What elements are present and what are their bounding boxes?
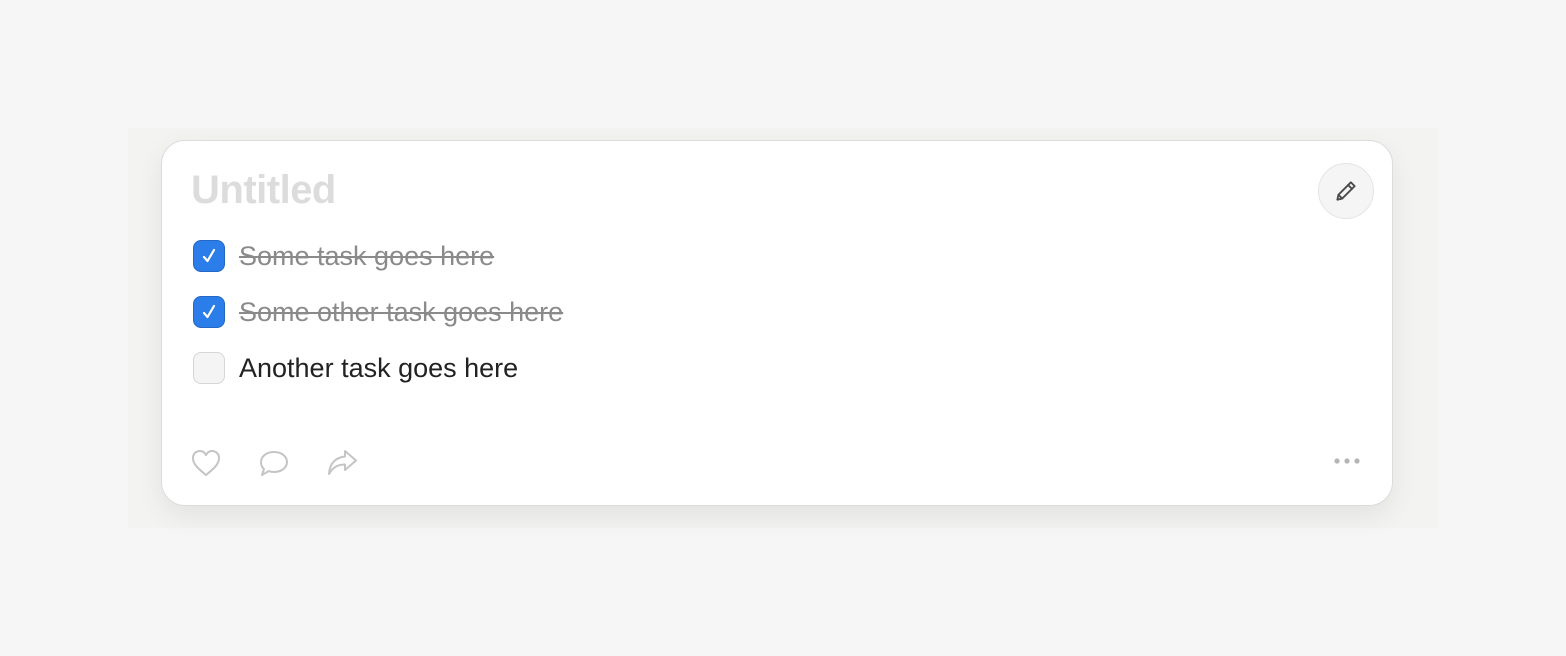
heart-icon bbox=[192, 450, 220, 476]
task-item: Another task goes here bbox=[193, 351, 563, 385]
comment-button[interactable] bbox=[257, 446, 291, 480]
edit-button[interactable] bbox=[1318, 163, 1374, 219]
task-label[interactable]: Some task goes here bbox=[239, 239, 494, 273]
task-checkbox[interactable] bbox=[193, 352, 225, 384]
task-checkbox[interactable] bbox=[193, 240, 225, 272]
more-horizontal-icon bbox=[1334, 458, 1360, 464]
comment-icon bbox=[260, 451, 288, 476]
share-icon bbox=[328, 450, 357, 475]
task-label[interactable]: Some other task goes here bbox=[239, 295, 563, 329]
task-item: Some other task goes here bbox=[193, 295, 563, 329]
checkmark-icon bbox=[202, 304, 216, 319]
note-title[interactable]: Untitled bbox=[191, 167, 336, 213]
checkmark-icon bbox=[202, 248, 216, 263]
share-button[interactable] bbox=[325, 446, 359, 480]
note-card: Untitled Some task goes here Some other … bbox=[161, 140, 1393, 506]
more-button[interactable] bbox=[1330, 446, 1364, 476]
task-list: Some task goes here Some other task goes… bbox=[193, 239, 563, 407]
like-button[interactable] bbox=[189, 446, 223, 480]
task-checkbox[interactable] bbox=[193, 296, 225, 328]
pencil-icon bbox=[1336, 181, 1356, 201]
task-label[interactable]: Another task goes here bbox=[239, 351, 518, 385]
task-item: Some task goes here bbox=[193, 239, 563, 273]
